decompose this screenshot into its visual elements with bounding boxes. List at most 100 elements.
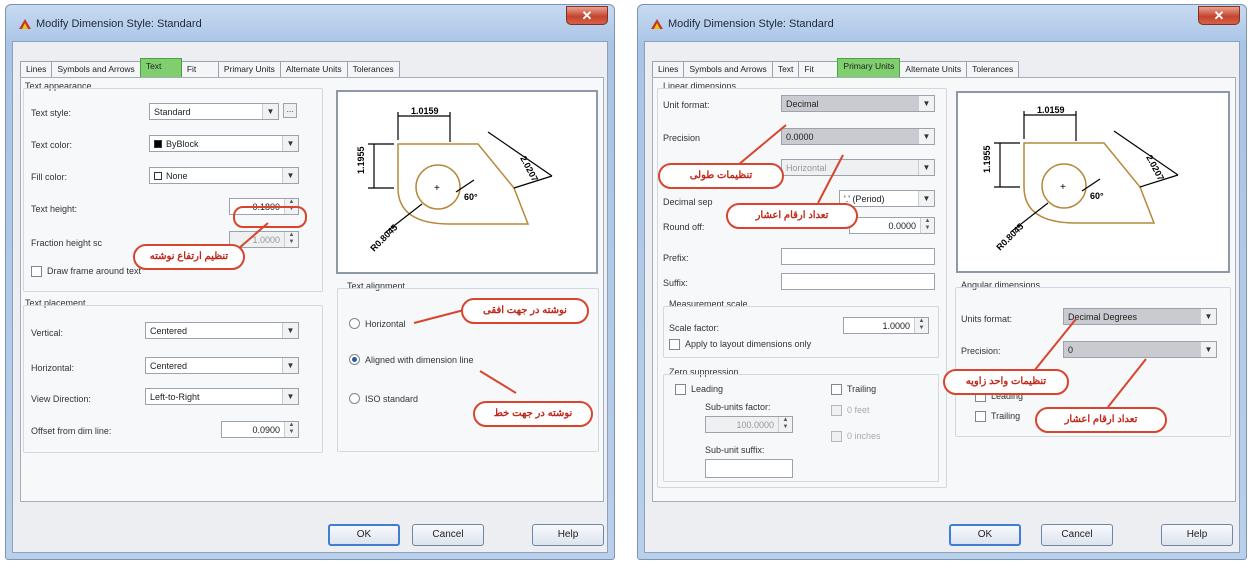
fill-color-select[interactable]: None ▼ bbox=[149, 167, 299, 184]
help-button[interactable]: Help bbox=[532, 524, 604, 546]
tab-tolerances[interactable]: Tolerances bbox=[346, 61, 400, 77]
color-swatch-icon bbox=[154, 140, 162, 148]
draw-frame-checkbox[interactable] bbox=[31, 266, 42, 277]
sub-units-factor-spinner[interactable]: 100.0000 ▲ ▼ bbox=[705, 416, 793, 433]
zero-inches-label: 0 inches bbox=[847, 431, 881, 441]
prefix-label: Prefix: bbox=[663, 253, 689, 263]
callout-horizontal: نوشته در جهت افقی bbox=[461, 298, 589, 324]
chevron-down-icon: ▼ bbox=[282, 358, 298, 373]
spin-arrows-icon[interactable]: ▲ ▼ bbox=[284, 232, 298, 247]
tab-strip: Lines Symbols and Arrows Text Fit Primar… bbox=[20, 58, 400, 77]
text-style-browse-button[interactable]: ... bbox=[283, 103, 297, 118]
unit-format-select[interactable]: Decimal ▼ bbox=[781, 95, 935, 112]
text-color-label: Text color: bbox=[31, 140, 73, 150]
angular-units-format-select[interactable]: Decimal Degrees ▼ bbox=[1063, 308, 1217, 325]
scale-factor-spinner[interactable]: 1.0000 ▲ ▼ bbox=[843, 317, 929, 334]
chevron-down-icon: ▼ bbox=[262, 104, 278, 119]
apply-layout-checkbox[interactable] bbox=[669, 339, 680, 350]
angular-trailing-checkbox[interactable] bbox=[975, 411, 986, 422]
chevron-down-icon: ▼ bbox=[918, 191, 934, 206]
tab-lines[interactable]: Lines bbox=[20, 61, 53, 77]
tab-primary-units[interactable]: Primary Units bbox=[217, 61, 281, 77]
chevron-down-icon: ▼ bbox=[918, 129, 934, 144]
zero-inches-checkbox[interactable] bbox=[831, 431, 842, 442]
view-direction-label: View Direction: bbox=[31, 394, 91, 404]
spin-arrows-icon[interactable]: ▲ ▼ bbox=[284, 422, 298, 437]
offset-spinner[interactable]: 0.0900 ▲ ▼ bbox=[221, 421, 299, 438]
horizontal-radio[interactable] bbox=[349, 318, 360, 329]
text-color-select[interactable]: ByBlock ▼ bbox=[149, 135, 299, 152]
fraction-format-select[interactable]: Horizontal ▼ bbox=[781, 159, 935, 176]
leading-checkbox[interactable] bbox=[675, 384, 686, 395]
tab-symbols-and-arrows[interactable]: Symbols and Arrows bbox=[51, 61, 141, 77]
scale-factor-label: Scale factor: bbox=[669, 323, 720, 333]
tab-lines[interactable]: Lines bbox=[652, 61, 685, 77]
spin-arrows-icon[interactable]: ▲ ▼ bbox=[914, 318, 928, 333]
angular-precision-select[interactable]: 0 ▼ bbox=[1063, 341, 1217, 358]
chevron-down-icon: ▼ bbox=[1200, 342, 1216, 357]
dialog-primary-units-tab: Modify Dimension Style: Standard ✕ Lines… bbox=[637, 4, 1247, 560]
title-bar[interactable]: Modify Dimension Style: Standard ✕ bbox=[644, 5, 1240, 41]
close-button[interactable]: ✕ bbox=[566, 6, 608, 25]
decimal-separator-label: Decimal sep bbox=[663, 197, 713, 207]
trailing-label: Trailing bbox=[847, 384, 877, 394]
color-swatch-icon bbox=[154, 172, 162, 180]
tab-symbols-and-arrows[interactable]: Symbols and Arrows bbox=[683, 61, 773, 77]
dim-radius-text: R0.8045 bbox=[368, 222, 399, 253]
cancel-button[interactable]: Cancel bbox=[1041, 524, 1113, 546]
tab-fit[interactable]: Fit bbox=[798, 61, 839, 77]
tab-strip: Lines Symbols and Arrows Text Fit Primar… bbox=[652, 58, 1020, 77]
dimension-preview-drawing: 1.0159 1.1955 2.0207 60° R0.8045 + bbox=[982, 105, 1179, 252]
precision-select[interactable]: 0.0000 ▼ bbox=[781, 128, 935, 145]
callout-decimal-count: تعداد ارقام اعشار bbox=[726, 203, 858, 229]
round-off-label: Round off: bbox=[663, 222, 705, 232]
vertical-select[interactable]: Centered ▼ bbox=[145, 322, 299, 339]
dim-right-text: 2.0207 bbox=[518, 154, 540, 183]
horizontal-radio-label: Horizontal bbox=[365, 319, 406, 329]
prefix-input[interactable] bbox=[781, 248, 935, 265]
spin-arrows-icon[interactable]: ▲ ▼ bbox=[778, 417, 792, 432]
close-button[interactable]: ✕ bbox=[1198, 6, 1240, 25]
dialog-text-tab: Modify Dimension Style: Standard ✕ Lines… bbox=[5, 4, 615, 560]
autocad-app-icon bbox=[651, 19, 663, 29]
view-direction-select[interactable]: Left-to-Right ▼ bbox=[145, 388, 299, 405]
decimal-separator-select[interactable]: '.' (Period) ▼ bbox=[839, 190, 935, 207]
round-off-spinner[interactable]: 0.0000 ▲ ▼ bbox=[849, 217, 935, 234]
zero-feet-label: 0 feet bbox=[847, 405, 870, 415]
text-tab-panel: Text appearance Text style: Standard ▼ ..… bbox=[20, 77, 604, 502]
help-button[interactable]: Help bbox=[1161, 524, 1233, 546]
ok-button[interactable]: OK bbox=[328, 524, 400, 546]
zero-feet-checkbox[interactable] bbox=[831, 405, 842, 416]
title-bar[interactable]: Modify Dimension Style: Standard ✕ bbox=[12, 5, 608, 41]
text-style-select[interactable]: Standard ▼ bbox=[149, 103, 279, 120]
chevron-down-icon: ▼ bbox=[918, 96, 934, 111]
dim-left-text: 1.1955 bbox=[356, 146, 366, 174]
cancel-button[interactable]: Cancel bbox=[412, 524, 484, 546]
tab-primary-units[interactable]: Primary Units bbox=[837, 58, 901, 77]
tab-fit[interactable]: Fit bbox=[180, 61, 219, 77]
angular-precision-label: Precision: bbox=[961, 346, 1001, 356]
dim-angle-text: 60° bbox=[1090, 191, 1104, 201]
dialog-client: Lines Symbols and Arrows Text Fit Primar… bbox=[12, 41, 608, 553]
iso-standard-radio[interactable] bbox=[349, 393, 360, 404]
tab-text[interactable]: Text bbox=[139, 58, 182, 77]
window-title: Modify Dimension Style: Standard bbox=[668, 18, 834, 30]
tab-alternate-units[interactable]: Alternate Units bbox=[899, 61, 968, 77]
sub-unit-suffix-input[interactable] bbox=[705, 459, 793, 478]
dim-radius-text: R0.8045 bbox=[994, 221, 1025, 252]
trailing-checkbox[interactable] bbox=[831, 384, 842, 395]
svg-text:+: + bbox=[434, 183, 440, 194]
ok-button[interactable]: OK bbox=[949, 524, 1021, 546]
tab-alternate-units[interactable]: Alternate Units bbox=[279, 61, 348, 77]
horizontal-label: Horizontal: bbox=[31, 363, 75, 373]
aligned-radio[interactable] bbox=[349, 354, 360, 365]
tab-text[interactable]: Text bbox=[771, 61, 800, 77]
horizontal-select[interactable]: Centered ▼ bbox=[145, 357, 299, 374]
dim-left-text: 1.1955 bbox=[982, 145, 992, 173]
spin-arrows-icon[interactable]: ▲ ▼ bbox=[920, 218, 934, 233]
tab-tolerances[interactable]: Tolerances bbox=[966, 61, 1020, 77]
dimension-preview: 1.0159 1.1955 2.0207 60° R0.8045 + bbox=[336, 90, 598, 274]
draw-frame-label: Draw frame around text bbox=[47, 266, 142, 276]
suffix-input[interactable] bbox=[781, 273, 935, 290]
window-title: Modify Dimension Style: Standard bbox=[36, 18, 202, 30]
